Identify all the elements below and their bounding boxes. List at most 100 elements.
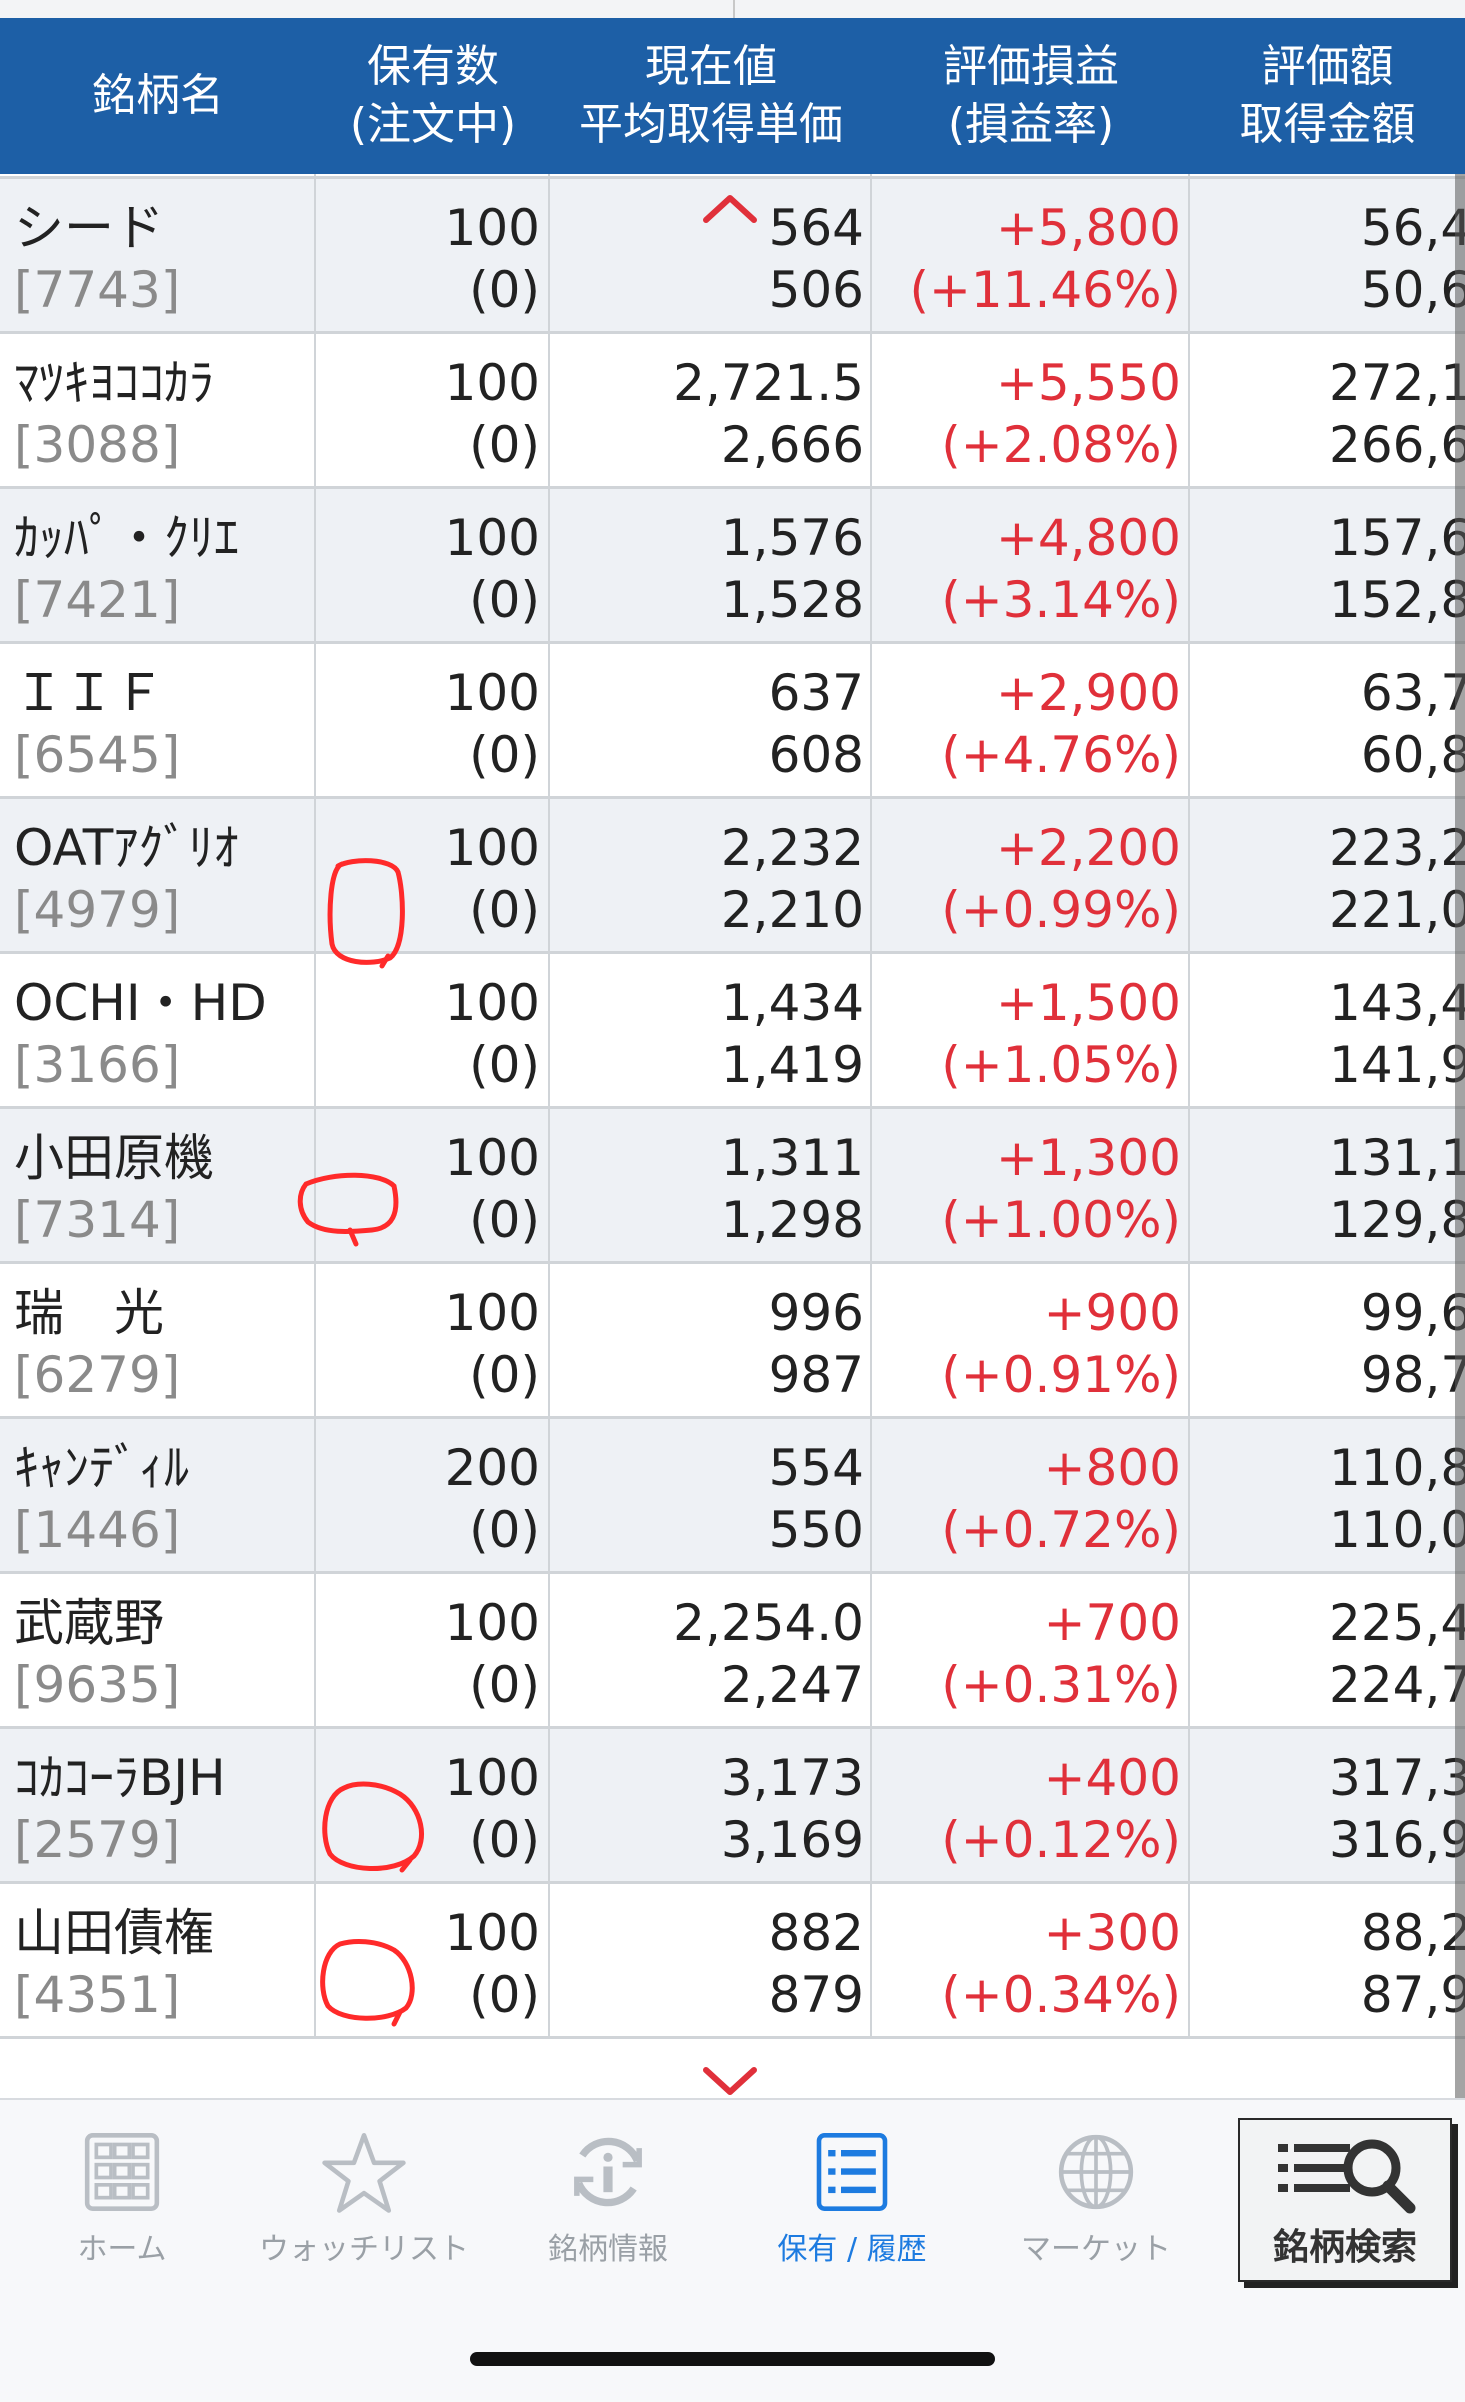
- market-value: 143,40: [1329, 974, 1465, 1032]
- price-cell: 996 987: [552, 1264, 864, 1416]
- table-row[interactable]: 小田原機 [7314] 100 (0) 1,311 1,298 +1,300 (+1.00%)…: [0, 1109, 1465, 1264]
- holdings-table[interactable]: [????](0)???(+??.??%)??,??シード[7743]100(0…: [0, 174, 1465, 2098]
- value-cell: 225,40224,70: [1194, 1574, 1465, 1726]
- current-price: 554: [768, 1439, 864, 1497]
- value-cell: 317,30316,90: [1194, 1729, 1465, 1881]
- acquisition-cost: 87,90: [1360, 1966, 1465, 2024]
- unrealized-pl: +5,800: [995, 199, 1181, 257]
- value-cell: 223,20221,00: [1194, 799, 1465, 951]
- tab-home-label: ホーム: [77, 2232, 167, 2267]
- table-row[interactable]: 山田債権[4351]100(0)882879+300(+0.34%)88,208…: [0, 1884, 1465, 2039]
- current-price: 882: [768, 1904, 864, 1962]
- pl-rate: (+0.12%): [941, 1811, 1181, 1869]
- order-quantity: (0): [469, 261, 540, 319]
- header-cost-label: 取得金額: [1239, 99, 1416, 150]
- quantity: 200: [444, 1439, 540, 1497]
- scrollbar[interactable]: [1455, 174, 1465, 2098]
- current-price: 3,173: [720, 1749, 864, 1807]
- header-value-label: 評価額: [1261, 41, 1394, 92]
- quantity-cell: 200 (0): [318, 1419, 540, 1571]
- quantity: 100: [444, 1594, 540, 1652]
- acquisition-cost: 129,80: [1329, 1191, 1465, 1249]
- current-price: 996: [768, 1284, 864, 1342]
- header-price-label: 現在値: [645, 41, 777, 92]
- average-cost: 550: [768, 1501, 864, 1559]
- annotation-circle-oat: [327, 858, 405, 969]
- unrealized-pl: +4,800: [995, 509, 1181, 567]
- stock-name-cell: ＩＩＦ [6545]: [14, 644, 304, 796]
- quantity-cell: 100 (0): [318, 1264, 540, 1416]
- table-row[interactable]: ＩＩＦ[6545]100(0)637608+2,900(+4.76%)63,70…: [0, 644, 1465, 799]
- order-quantity: (0): [469, 1346, 540, 1404]
- stock-search-button[interactable]: 銘柄検索: [1238, 2118, 1452, 2282]
- quantity-cell: 100 (0): [318, 1574, 540, 1726]
- table-row[interactable]: OCHI・HD [3166] 100 (0) 1,434 1,419 +1,500 (+1.0…: [0, 954, 1465, 1109]
- quantity-cell: 100 (0): [318, 179, 540, 331]
- stock-name-cell: ｶｯﾊﾟ・ｸﾘｴ [7421]: [14, 489, 304, 641]
- average-cost: 987: [768, 1346, 864, 1404]
- header-price[interactable]: 現在値 平均取得単価: [550, 18, 872, 174]
- pl-cell: +5,550 (+2.08%): [875, 334, 1181, 486]
- scroll-down-icon[interactable]: [700, 2062, 760, 2098]
- current-price: 2,232: [720, 819, 864, 877]
- pl-rate: (+0.91%): [941, 1346, 1181, 1404]
- value-cell: 88,2087,90: [1194, 1884, 1465, 2036]
- market-value: 131,10: [1329, 1129, 1465, 1187]
- order-quantity: (0): [469, 571, 540, 629]
- tab-watchlist[interactable]: ウォッチリスト: [259, 2128, 469, 2268]
- table-row[interactable]: ﾏﾂｷﾖｺｺｶﾗ [3088] 100 (0) 2,721.5 2,666 +5,550 (+…: [0, 334, 1465, 489]
- quantity: 100: [444, 509, 540, 567]
- tab-stock-info-label: 銘柄情報: [548, 2232, 668, 2267]
- stock-search-label: 銘柄検索: [1272, 2227, 1417, 2268]
- stock-name: 瑞 光: [14, 1284, 164, 1342]
- price-cell: 2,254.0 2,247: [552, 1574, 864, 1726]
- table-row[interactable]: ｺｶｺｰﾗBJH [2579] 100 (0) 3,173 3,169 +400 (+0.12…: [0, 1729, 1465, 1884]
- header-name[interactable]: 銘柄名: [0, 18, 316, 174]
- unrealized-pl: +1,300: [995, 1129, 1181, 1187]
- stock-code: [4351]: [14, 1966, 181, 2024]
- order-quantity: (0): [469, 416, 540, 474]
- header-plrate-label: (損益率): [947, 99, 1115, 150]
- tab-holdings-history-label: 保有 / 履歴: [777, 2232, 927, 2267]
- stock-name: ｺｶｺｰﾗBJH: [14, 1749, 226, 1807]
- table-row[interactable]: ｷｬﾝﾃﾞｨﾙ [1446] 200 (0) 554 550 +800 (+0.72%) 110…: [0, 1419, 1465, 1574]
- tab-home[interactable]: ホーム: [22, 2128, 222, 2268]
- table-row[interactable]: OATｱｸﾞﾘｵ [4979] 100 (0) 2,232 2,210 +2,200 (+0.…: [0, 799, 1465, 954]
- quantity-cell: 100 (0): [318, 954, 540, 1106]
- stock-name: 武蔵野: [14, 1594, 164, 1652]
- pl-cell: +5,800 (+11.46%): [875, 179, 1181, 331]
- price-cell: 2,232 2,210: [552, 799, 864, 951]
- stock-name-cell: 瑞 光 [6279]: [14, 1264, 304, 1416]
- tab-holdings-history[interactable]: 保有 / 履歴: [752, 2128, 952, 2268]
- header-quantity[interactable]: 保有数 (注文中): [316, 18, 550, 174]
- pl-cell: +700 (+0.31%): [875, 1574, 1181, 1726]
- pl-cell: +800 (+0.72%): [875, 1419, 1181, 1571]
- acquisition-cost: 224,70: [1329, 1656, 1465, 1714]
- pl-cell: +2,200 (+0.99%): [875, 799, 1181, 951]
- stock-code: [6279]: [14, 1346, 181, 1404]
- tab-stock-info[interactable]: 銘柄情報: [508, 2128, 708, 2268]
- header-order-label: (注文中): [349, 99, 517, 150]
- unrealized-pl: +2,200: [995, 819, 1181, 877]
- header-value[interactable]: 評価額 取得金額: [1190, 18, 1465, 174]
- current-price: 1,576: [720, 509, 864, 567]
- stock-name-cell: 小田原機 [7314]: [14, 1109, 304, 1261]
- pl-rate: (+4.76%): [941, 726, 1181, 784]
- current-price: 1,434: [720, 974, 864, 1032]
- tab-market[interactable]: マーケット: [996, 2128, 1196, 2268]
- table-row[interactable]: 武蔵野 [9635] 100 (0) 2,254.0 2,247 +700 (+0.31%) 2…: [0, 1574, 1465, 1729]
- average-cost: 2,666: [720, 416, 864, 474]
- header-pl[interactable]: 評価損益 (損益率): [872, 18, 1190, 174]
- scroll-up-icon[interactable]: [700, 188, 760, 228]
- table-header: 銘柄名 保有数 (注文中) 現在値 平均取得単価 評価損益 (損益率) 評価額 …: [0, 18, 1465, 174]
- table-row[interactable]: ｶｯﾊﾟ・ｸﾘｴ [7421] 100 (0) 1,576 1,528 +4,800 (+3.…: [0, 489, 1465, 644]
- value-cell: 272,15266,60: [1194, 334, 1465, 486]
- current-price: 1,311: [720, 1129, 864, 1187]
- value-cell: 157,60152,80: [1194, 489, 1465, 641]
- annotation-circle-cocacola: [322, 1781, 424, 1873]
- order-quantity: (0): [469, 1036, 540, 1094]
- stock-code: [7421]: [14, 571, 181, 629]
- table-row[interactable]: 瑞 光[6279]100(0)996987+900(+0.91%)99,6098…: [0, 1264, 1465, 1419]
- stock-name-cell: OATｱｸﾞﾘｵ [4979]: [14, 799, 304, 951]
- quantity: 100: [444, 199, 540, 257]
